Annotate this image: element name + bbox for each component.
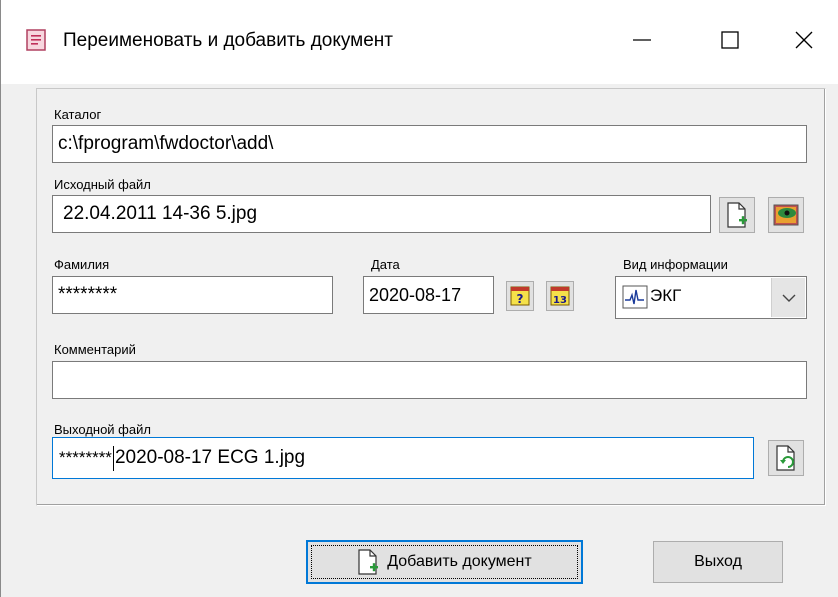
chevron-down-icon xyxy=(782,294,795,302)
source-file-input[interactable]: 22.04.2011 14-36 5.jpg xyxy=(52,195,711,233)
surname-label: Фамилия xyxy=(54,257,110,272)
output-file-label: Выходной файл xyxy=(54,422,151,437)
preview-image-icon xyxy=(773,204,799,226)
window-title: Переименовать и добавить документ xyxy=(63,30,394,51)
exit-button[interactable]: Выход xyxy=(653,541,783,583)
new-document-icon xyxy=(727,202,747,228)
maximize-button[interactable] xyxy=(707,18,753,62)
catalog-label: Каталог xyxy=(54,107,102,122)
refresh-document-icon xyxy=(776,445,795,471)
info-type-value: ЭКГ xyxy=(650,286,682,305)
document-app-icon xyxy=(26,29,46,51)
output-file-prefix: ******** xyxy=(59,448,112,467)
comment-input[interactable] xyxy=(52,361,807,399)
svg-text:13: 13 xyxy=(553,295,567,306)
output-file-suffix: 2020-08-17 ECG 1.jpg xyxy=(114,447,306,468)
calendar-icon: 13 xyxy=(550,286,570,306)
info-type-label: Вид информации xyxy=(623,257,728,272)
help-icon: ? xyxy=(510,286,530,306)
comment-label: Комментарий xyxy=(54,342,136,357)
date-label: Дата xyxy=(371,257,400,272)
svg-text:?: ? xyxy=(517,292,524,306)
info-type-select[interactable]: ЭКГ xyxy=(615,276,807,319)
title-bar[interactable]: Переименовать и добавить документ xyxy=(1,0,838,84)
refresh-output-button[interactable] xyxy=(768,440,804,476)
add-document-button[interactable]: Добавить документ xyxy=(306,540,583,584)
dialog-window: Переименовать и добавить документ Катало… xyxy=(0,0,838,597)
source-file-label: Исходный файл xyxy=(54,177,151,192)
catalog-input[interactable]: c:\fprogram\fwdoctor\add\ xyxy=(52,125,807,163)
info-type-dropdown-button[interactable] xyxy=(771,278,805,317)
minimize-button[interactable] xyxy=(619,18,665,62)
preview-button[interactable] xyxy=(768,197,804,233)
date-input[interactable]: 2020-08-17 xyxy=(363,276,494,314)
new-file-button[interactable] xyxy=(719,197,755,233)
close-button[interactable] xyxy=(781,18,827,62)
surname-input[interactable]: ******** xyxy=(52,276,333,314)
date-help-button[interactable]: ? xyxy=(506,281,534,311)
focus-rectangle xyxy=(311,545,578,579)
output-file-input[interactable]: ******** 2020-08-17 ECG 1.jpg xyxy=(52,437,754,479)
minimize-icon xyxy=(633,39,651,41)
maximize-icon xyxy=(721,31,739,49)
text-caret xyxy=(112,445,114,471)
close-icon xyxy=(795,31,813,49)
calendar-button[interactable]: 13 xyxy=(546,281,574,311)
ecg-icon xyxy=(622,285,648,309)
